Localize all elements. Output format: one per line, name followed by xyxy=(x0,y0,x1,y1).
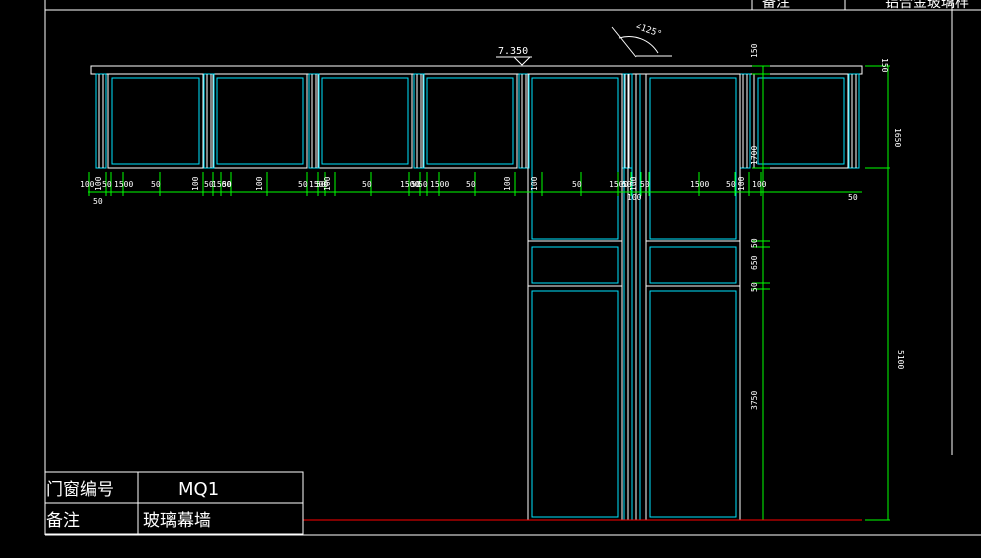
dim-bottom-5: 100 xyxy=(191,176,200,191)
top-right-text: 铝合金玻璃样 xyxy=(885,0,969,11)
dim-bottom-14: 50 xyxy=(362,180,372,189)
window-outer-3 xyxy=(422,73,518,169)
dim-bottom-17: 50 xyxy=(418,180,428,189)
dim-bottom-0: 100 xyxy=(80,180,95,189)
window-panels xyxy=(107,73,849,169)
top-note-label: 备注 xyxy=(762,0,790,11)
window-outer-4 xyxy=(753,73,849,169)
dim-bottom-29: 100 xyxy=(737,176,746,191)
door-transom-glass-1 xyxy=(649,246,737,284)
door-frame-0 xyxy=(527,73,623,521)
dim-right-4: 50 xyxy=(750,282,759,292)
window-glass-0 xyxy=(111,77,200,165)
dim-bottom-8: 50 xyxy=(222,180,232,189)
dim-bottom-27: 1500 xyxy=(690,180,709,189)
cad-drawing-canvas: 备注 铝合金玻璃样 7.350 ∠125° 100 100 50 1500 50 100 5 xyxy=(44,0,981,536)
dim-below-0: 50 xyxy=(93,197,103,206)
legend-row2-value: 玻璃幕墙 xyxy=(143,511,211,531)
dim-bottom-9: 100 xyxy=(255,176,264,191)
mullions xyxy=(95,73,860,169)
dim-right-3: 650 xyxy=(750,255,759,270)
window-glass-2 xyxy=(321,77,409,165)
window-outer-2 xyxy=(317,73,413,169)
dimension-lines xyxy=(88,65,890,521)
dim-bottom-18: 1500 xyxy=(430,180,449,189)
dim-right-2: 50 xyxy=(750,238,759,248)
dim-bottom-21: 100 xyxy=(530,176,539,191)
door-panels xyxy=(527,73,741,521)
dim-bottom-3: 1500 xyxy=(114,180,133,189)
dim-right-1: 1700 xyxy=(750,146,759,165)
window-outer-0 xyxy=(107,73,204,169)
dim-right-0: 150 xyxy=(750,43,759,58)
dim-far-right-2: 5100 xyxy=(896,350,905,369)
dim-bottom-30: 100 xyxy=(752,180,767,189)
dim-bottom-10: 50 xyxy=(298,180,308,189)
door-frame-1 xyxy=(645,73,741,521)
dim-bottom-4: 50 xyxy=(151,180,161,189)
dim-bottom-19: 50 xyxy=(466,180,476,189)
dim-bottom-28: 50 xyxy=(726,180,736,189)
door-upper-glass-1 xyxy=(649,77,737,240)
mullion-0 xyxy=(95,73,107,169)
dim-bottom-2: 50 xyxy=(102,180,112,189)
legend-row1-value: MQ1 xyxy=(178,479,219,500)
level-mark-text: 7.350 xyxy=(498,46,528,57)
window-glass-1 xyxy=(216,77,304,165)
legend-row2-label: 备注 xyxy=(46,511,80,531)
legend-row1-label: 门窗编号 xyxy=(46,480,114,500)
door-transom-glass-0 xyxy=(531,246,619,284)
dim-far-right-0: 150 xyxy=(880,58,889,73)
mullion-7 xyxy=(848,73,860,169)
door-lower-glass-0 xyxy=(531,290,619,518)
window-glass-4 xyxy=(757,77,845,165)
window-glass-3 xyxy=(426,77,514,165)
window-outer-1 xyxy=(212,73,308,169)
angle-mark-text: ∠125° xyxy=(634,21,663,40)
dim-bottom-26: 50 xyxy=(640,180,650,189)
dim-bottom-13: 100 xyxy=(323,176,332,191)
dim-right-5: 3750 xyxy=(750,391,759,410)
door-lower-glass-1 xyxy=(649,290,737,518)
elevation-mark xyxy=(496,56,532,66)
dim-below-1: 100 xyxy=(627,193,642,202)
dim-bottom-22: 50 xyxy=(572,180,582,189)
top-beam xyxy=(90,65,863,75)
dim-bottom-20: 100 xyxy=(503,176,512,191)
mullion-6 xyxy=(739,73,751,169)
door-upper-glass-0 xyxy=(531,77,619,240)
dim-bottom-25: 100 xyxy=(629,176,638,191)
dim-below-2: 50 xyxy=(848,193,858,202)
dim-far-right-1: 1650 xyxy=(893,128,902,147)
